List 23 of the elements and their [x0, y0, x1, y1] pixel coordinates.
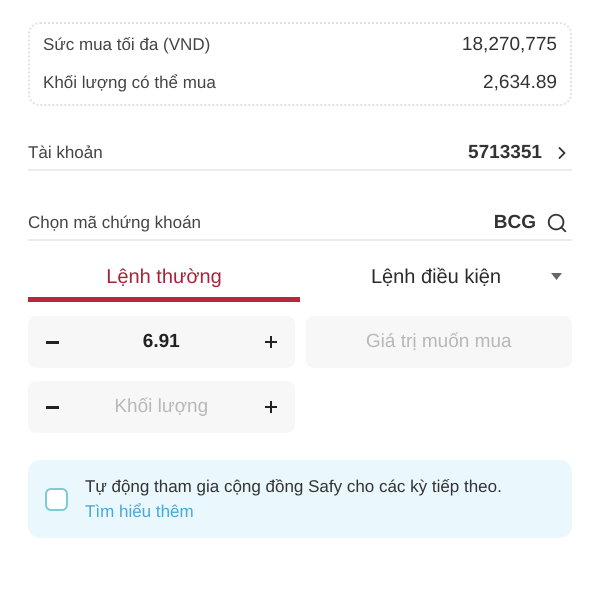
order-type-tab[interactable]: Lệnh thường — [28, 256, 300, 302]
stepper-input[interactable]: Khối lượng — [64, 392, 258, 422]
summary-value: 2,634.89 — [483, 70, 557, 95]
minus-icon — [46, 406, 58, 408]
plus-icon — [264, 401, 276, 413]
search-icon — [546, 212, 568, 234]
auto-join-text: Tự động tham gia cộng đồng Safy cho các kỳ tiếp theo. Tìm hiểu thêm — [85, 476, 503, 523]
summary-label: Sức mua tối đa (VND) — [43, 34, 210, 56]
stock-search-button[interactable]: BCG — [494, 208, 572, 238]
number-stepper[interactable]: Khối lượng — [28, 381, 294, 433]
checkbox[interactable] — [45, 488, 68, 510]
plus-icon — [264, 336, 276, 348]
stock-picker-label: Chọn mã chứng khoán — [28, 212, 201, 234]
summary-value: 18,270,775 — [462, 32, 557, 57]
account-selector[interactable]: 5713351 — [468, 138, 572, 168]
number-stepper[interactable]: 6.91 — [28, 316, 294, 368]
minus-icon — [46, 340, 58, 344]
stepper-input[interactable]: 6.91 — [64, 328, 258, 356]
account-label: Tài khoản — [28, 142, 103, 164]
dropdown-caret-icon — [551, 273, 562, 280]
summary-label: Khối lượng có thể mua — [43, 72, 216, 94]
value-field[interactable]: Giá trị muốn mua — [306, 316, 572, 368]
order-type-tab[interactable]: Lệnh điều kiện — [300, 256, 572, 302]
